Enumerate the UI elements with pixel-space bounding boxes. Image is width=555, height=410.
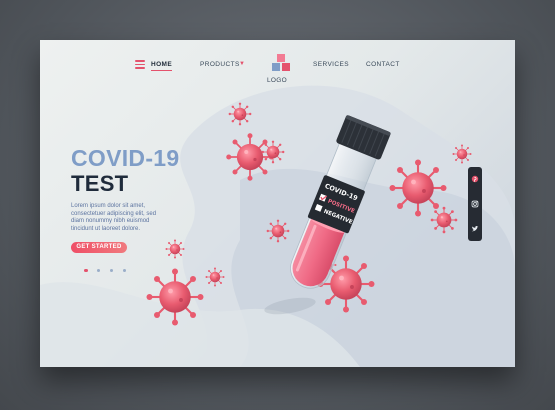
virus-icon <box>228 102 252 126</box>
virus-icon <box>452 144 472 164</box>
virus-icon <box>205 267 225 287</box>
virus-icon <box>261 140 285 164</box>
hero-description-line: tincidunt ut laoreet dolore. <box>71 225 141 232</box>
hero-description-line: Lorem ipsum dolor sit amet, <box>71 203 146 209</box>
carousel-dot[interactable] <box>84 268 88 272</box>
carousel-dots <box>84 259 131 277</box>
carousel-dot[interactable] <box>109 268 114 272</box>
hero-title: COVID-19 <box>71 145 180 171</box>
twitter-icon[interactable] <box>471 225 479 233</box>
landing-page: HOME PRODUCTS ▼ LOGO SERVICES CONTACT CO… <box>40 40 515 367</box>
get-started-button[interactable]: GET STARTED <box>71 242 127 253</box>
carousel-dot[interactable] <box>96 268 101 272</box>
virus-icon <box>145 267 205 327</box>
hero-description-line: diam nonummy nibh euismod <box>71 218 150 225</box>
hero-description-line: consectetuer adipiscing elit, sed <box>71 210 157 217</box>
virus-icon <box>165 239 185 259</box>
social-bar <box>468 167 482 241</box>
pinterest-icon[interactable] <box>471 175 479 183</box>
hero-description: Lorem ipsum dolor sit amet, consectetuer… <box>71 203 211 233</box>
instagram-icon[interactable] <box>471 200 479 208</box>
virus-icon <box>225 132 275 182</box>
virus-icon <box>266 219 290 243</box>
carousel-dot[interactable] <box>122 268 127 272</box>
hero-subtitle: TEST <box>71 171 129 196</box>
virus-icon <box>430 206 458 234</box>
virus-icon <box>388 158 448 218</box>
test-tube: COVID-19 POSITIVE NEGATIVE <box>290 115 391 289</box>
